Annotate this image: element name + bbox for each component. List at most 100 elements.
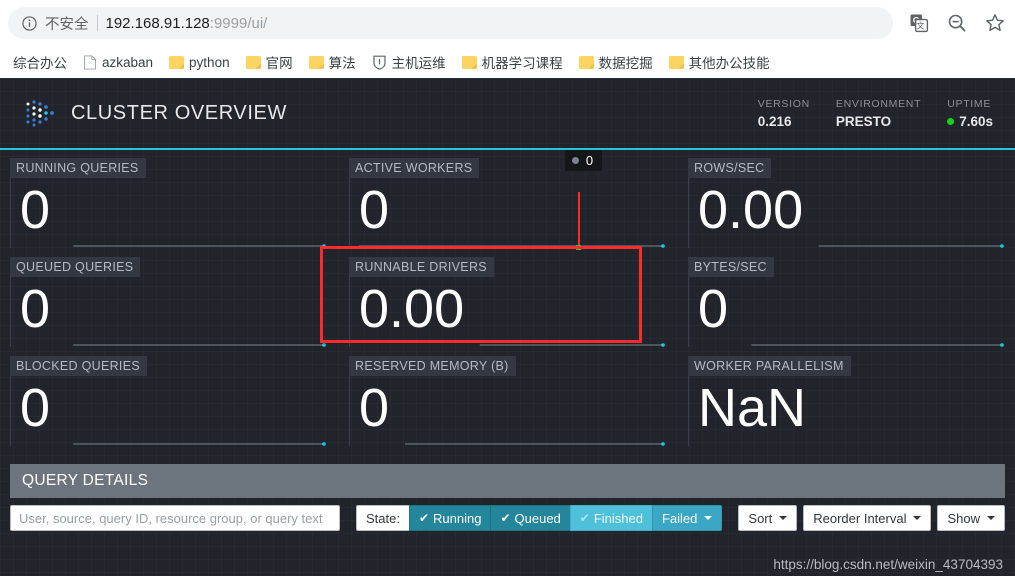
bookmark-item[interactable]: 算法: [302, 48, 363, 76]
bookmark-label: 主机运维: [391, 56, 446, 71]
sparkline-chart[interactable]: [20, 226, 327, 248]
sparkline-chart[interactable]: [698, 226, 1005, 248]
folder-icon: [668, 55, 684, 69]
url-host: 192.168.91.128: [105, 14, 210, 32]
bookmark-item[interactable]: 主机运维: [365, 48, 453, 76]
header-stat-label: ENVIRONMENT: [835, 97, 922, 110]
sort-menu-button[interactable]: Sort: [738, 505, 798, 531]
state-filter-label: State:: [355, 505, 410, 531]
url-divider: [96, 15, 98, 31]
folder-icon: [461, 55, 477, 69]
header-stat-label: VERSION: [757, 97, 810, 110]
stat-card-rows-per-sec: ROWS/SEC 0.00: [688, 158, 1005, 254]
folder-icon: [245, 55, 261, 69]
chevron-down-icon: [987, 516, 995, 520]
stat-card-label: BLOCKED QUERIES: [10, 356, 147, 376]
header-stat-uptime: UPTIME 7.60s: [947, 98, 993, 129]
bookmark-item[interactable]: 其他办公技能: [662, 48, 777, 76]
stat-card-label: RUNNABLE DRIVERS: [349, 257, 494, 277]
stat-card-value: NaN: [698, 378, 807, 438]
bookmarks-bar: 综合办公 azkaban python 官网 算法 主机运维 机器学习课程 数据…: [0, 46, 1015, 78]
folder-icon: [578, 55, 594, 69]
bookmark-item[interactable]: azkaban: [76, 51, 160, 74]
header-stat-version: VERSION 0.216: [758, 98, 810, 129]
zoom-out-icon[interactable]: [947, 13, 967, 33]
stat-card-body: 0: [10, 176, 327, 248]
page-icon: [84, 54, 96, 70]
show-menu-label: Show: [947, 510, 980, 526]
header-stat-value-wrap: 7.60s: [947, 114, 993, 129]
reorder-interval-menu-button[interactable]: Reorder Interval: [803, 505, 932, 531]
info-circle-icon[interactable]: [22, 15, 37, 31]
state-filter-label-running: Running: [433, 510, 482, 526]
sparkline-chart[interactable]: [359, 226, 666, 248]
bookmark-label: 其他办公技能: [688, 56, 770, 71]
query-details-section: QUERY DETAILS State: ✔ Running ✔ Queued …: [10, 464, 1005, 531]
stat-card-body: 0.00: [688, 176, 1005, 248]
shield-icon: [372, 55, 386, 70]
url-text: 192.168.91.128:9999/ui/: [106, 15, 268, 32]
check-icon: ✔: [418, 511, 430, 525]
bookmark-label: 官网: [265, 56, 293, 71]
state-filter-finished[interactable]: ✔ Finished: [569, 505, 653, 531]
bookmark-label: 数据挖掘: [598, 56, 653, 71]
stat-card-active-workers: ACTIVE WORKERS 0 0: [349, 150, 666, 254]
folder-icon: [308, 55, 324, 69]
status-dot-icon: [947, 117, 955, 125]
sparkline-chart[interactable]: [20, 424, 327, 446]
query-details-header: QUERY DETAILS: [10, 464, 1005, 498]
bookmark-label: 机器学习课程: [481, 56, 563, 71]
stat-card-runnable-drivers: RUNNABLE DRIVERS 0.00: [349, 257, 666, 353]
tooltip-dot-icon: [571, 157, 579, 164]
state-filter-running[interactable]: ✔ Running: [408, 505, 492, 531]
state-filter-queued[interactable]: ✔ Queued: [490, 505, 571, 531]
bookmark-item[interactable]: 机器学习课程: [455, 48, 570, 76]
folder-icon: [169, 55, 185, 69]
chevron-down-icon: [913, 516, 922, 520]
bookmark-label: azkaban: [102, 54, 154, 70]
header-stat-value: 7.60s: [959, 113, 993, 129]
sparkline-tooltip: 0: [564, 150, 603, 171]
chevron-down-icon: [704, 516, 713, 520]
bookmark-item[interactable]: 综合办公: [6, 48, 74, 76]
address-bar[interactable]: 不安全 192.168.91.128:9999/ui/: [8, 7, 893, 39]
header-stat-label: UPTIME: [947, 97, 992, 110]
bookmark-item[interactable]: 数据挖掘: [572, 48, 660, 76]
watermark-text: https://blog.csdn.net/weixin_43704393: [773, 557, 1003, 572]
state-filter-failed[interactable]: Failed: [651, 505, 723, 531]
stat-card-label: RUNNING QUERIES: [10, 158, 146, 178]
url-path: :9999/ui/: [209, 14, 268, 32]
sparkline-chart[interactable]: [20, 325, 327, 347]
reorder-interval-label: Reorder Interval: [813, 510, 907, 526]
app-header: CLUSTER OVERVIEW VERSION 0.216 ENVIRONME…: [0, 78, 1015, 150]
stat-card-worker-parallelism: WORKER PARALLELISM NaN: [688, 356, 1005, 452]
stat-card-grid: RUNNING QUERIES 0 ACTIVE WORKERS 0 0 ROW…: [0, 150, 1015, 452]
sparkline-crosshair: [577, 192, 580, 247]
stat-card-running-queries: RUNNING QUERIES 0: [10, 158, 327, 254]
sparkline-chart[interactable]: [359, 325, 666, 347]
svg-text:文: 文: [916, 21, 924, 31]
translate-icon[interactable]: G 文: [909, 13, 929, 33]
state-filter-label-queued: Queued: [514, 510, 561, 526]
chevron-down-icon: [779, 516, 788, 520]
bookmark-star-icon[interactable]: [985, 13, 1005, 33]
stat-card-body: 0: [688, 275, 1005, 347]
stat-card-body: 0: [10, 374, 327, 446]
bookmark-item[interactable]: python: [162, 51, 237, 74]
sparkline-chart[interactable]: [359, 424, 666, 446]
stat-card-body: 0.00: [349, 275, 666, 347]
presto-logo-icon: [26, 100, 54, 127]
bookmark-item[interactable]: 官网: [239, 48, 300, 76]
sparkline-chart[interactable]: [698, 325, 1005, 347]
security-status-label: 不安全: [45, 16, 89, 33]
stat-card-label: BYTES/SEC: [688, 257, 774, 277]
header-stats: VERSION 0.216 ENVIRONMENT PRESTO UPTIME …: [758, 98, 993, 129]
show-menu-button[interactable]: Show: [937, 505, 1005, 531]
stat-card-blocked-queries: BLOCKED QUERIES 0: [10, 356, 327, 452]
app-brand[interactable]: CLUSTER OVERVIEW: [24, 96, 287, 130]
search-input[interactable]: [10, 505, 340, 531]
state-filter-label-failed: Failed: [661, 510, 698, 526]
page-title: CLUSTER OVERVIEW: [71, 101, 287, 124]
header-stat-value: PRESTO: [835, 113, 892, 129]
